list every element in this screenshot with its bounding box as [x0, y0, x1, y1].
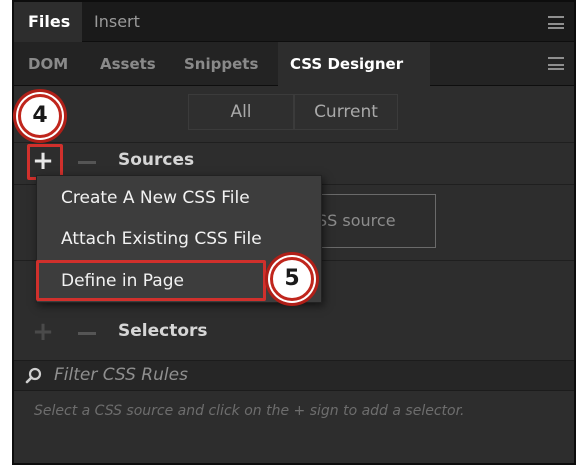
tab-assets[interactable]: Assets [100, 42, 170, 86]
add-css-source-button[interactable]: SS source [310, 194, 436, 248]
selectors-hint-text: Select a CSS source and click on the + s… [34, 403, 465, 419]
hamburger-menu-icon[interactable] [548, 57, 564, 70]
add-selector-button[interactable]: + [30, 318, 56, 346]
divider [14, 142, 574, 143]
step-5-callout: 5 [270, 257, 314, 301]
tab-insert[interactable]: Insert [94, 2, 164, 42]
selectors-heading: Selectors [118, 321, 208, 341]
tab-css-designer[interactable]: CSS Designer [278, 42, 430, 86]
filter-css-rules-input[interactable]: Filter CSS Rules [54, 365, 188, 385]
menu-item-create-new-css-file[interactable]: Create A New CSS File [37, 179, 323, 217]
menu-item-attach-existing-css-file[interactable]: Attach Existing CSS File [37, 220, 323, 258]
remove-selector-button[interactable] [78, 332, 96, 335]
css-designer-panel: Files Insert DOM Assets Snippets CSS Des… [12, 0, 576, 465]
highlight-box [36, 260, 266, 301]
sources-heading: Sources [118, 150, 195, 170]
tab-snippets[interactable]: Snippets [184, 42, 274, 86]
toggle-current-button[interactable]: Current [294, 94, 398, 130]
search-icon [24, 366, 44, 386]
toggle-all-button[interactable]: All [188, 94, 294, 130]
panel-tab-bar: Files Insert [14, 2, 574, 42]
remove-source-button[interactable] [78, 161, 96, 164]
hamburger-menu-icon[interactable] [548, 16, 564, 29]
tab-dom[interactable]: DOM [28, 42, 88, 86]
step-4-callout: 4 [18, 94, 62, 138]
tab-files[interactable]: Files [14, 2, 82, 42]
sub-tab-bar: DOM Assets Snippets CSS Designer [14, 42, 574, 86]
filter-css-rules-row: Filter CSS Rules [14, 360, 574, 391]
